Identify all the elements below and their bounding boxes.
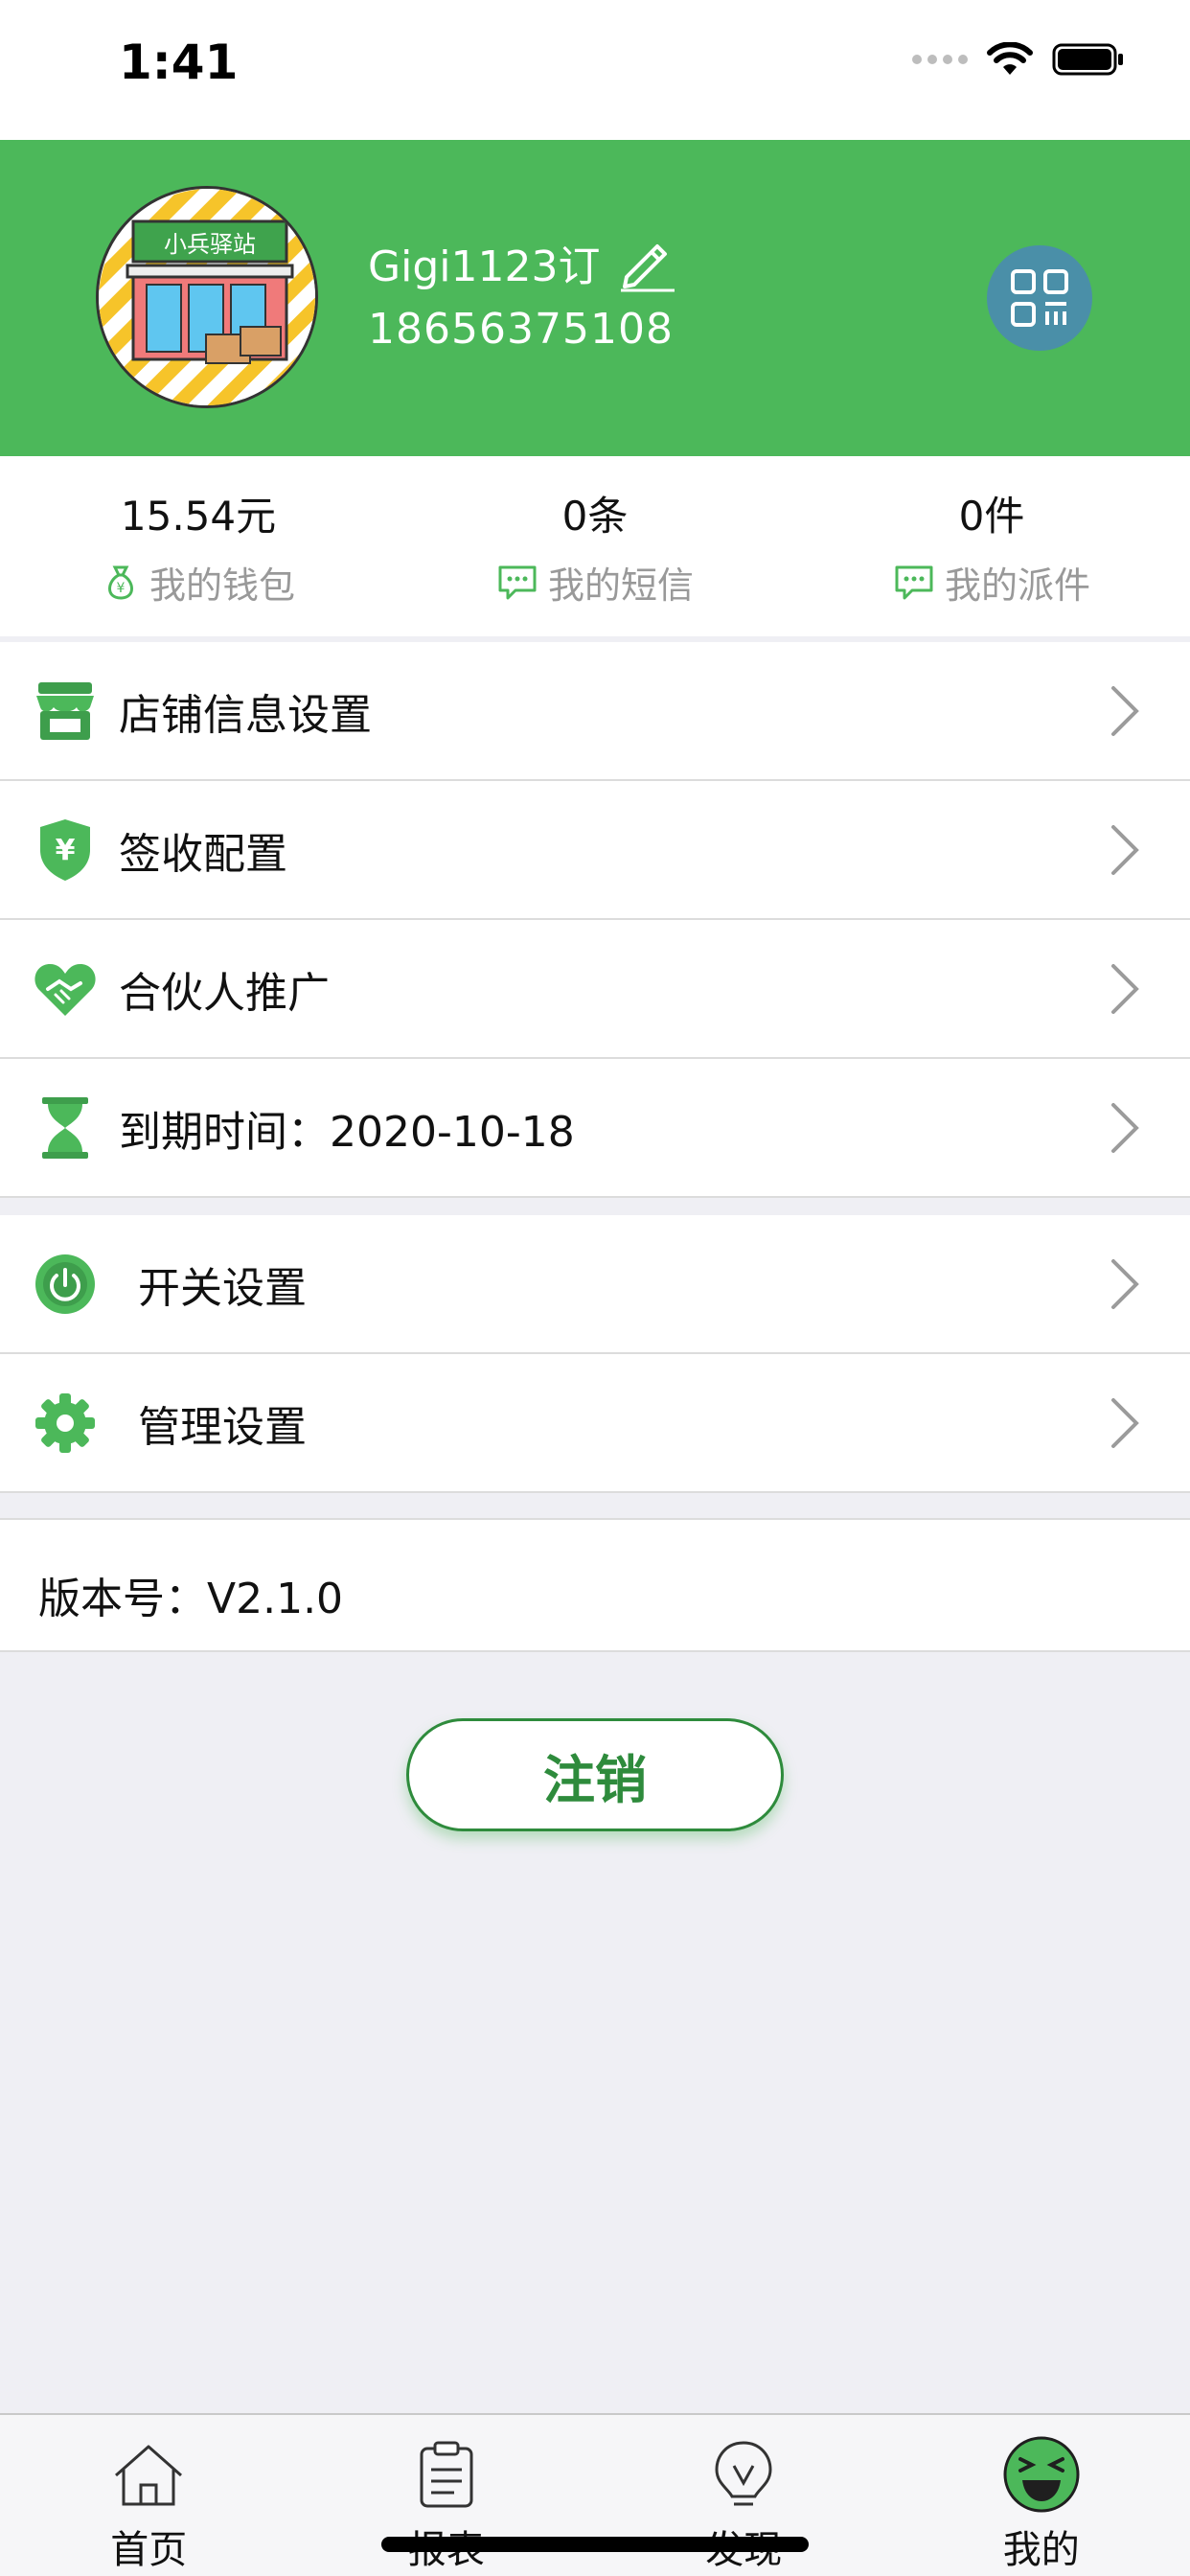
hourglass-icon bbox=[33, 1095, 98, 1161]
chevron-right-icon bbox=[1111, 1102, 1139, 1153]
menu-item-store-info[interactable]: 店铺信息设置 bbox=[0, 642, 1190, 781]
menu-item-expiry[interactable]: 到期时间：2020-10-18 bbox=[0, 1059, 1190, 1198]
smiley-icon bbox=[1003, 2436, 1080, 2513]
stat-delivery[interactable]: 0件 我的派件 bbox=[793, 456, 1190, 636]
chevron-right-icon bbox=[1111, 685, 1139, 736]
user-name-row: Gigi1123订 bbox=[368, 232, 676, 293]
shield-yen-icon: ¥ bbox=[33, 817, 98, 883]
qr-code-button[interactable] bbox=[987, 245, 1092, 351]
svg-text:¥: ¥ bbox=[117, 581, 126, 596]
signal-icon bbox=[912, 55, 968, 64]
chevron-right-icon bbox=[1111, 1258, 1139, 1309]
stat-wallet[interactable]: 15.54元 ¥ 我的钱包 bbox=[0, 456, 397, 636]
edit-icon[interactable] bbox=[617, 233, 676, 292]
version-text: 版本号：V2.1.0 bbox=[38, 1575, 344, 1623]
stat-label: 我的钱包 bbox=[149, 564, 295, 607]
menu-label: 开关设置 bbox=[138, 1263, 307, 1313]
chevron-right-icon bbox=[1111, 963, 1139, 1014]
user-name: Gigi1123订 bbox=[368, 242, 601, 291]
menu-label: 合伙人推广 bbox=[119, 968, 330, 1018]
profile-header: 小兵驿站 Gigi1123订 18656375108 bbox=[0, 140, 1190, 456]
chevron-right-icon bbox=[1111, 1397, 1139, 1448]
wallet-icon: ¥ bbox=[108, 565, 133, 600]
stat-label: 我的短信 bbox=[547, 564, 694, 607]
version-row: 版本号：V2.1.0 bbox=[0, 1518, 1190, 1652]
stats-bar: 15.54元 ¥ 我的钱包 0条 我的短信 0件 我的派件 bbox=[0, 456, 1190, 636]
power-icon bbox=[33, 1252, 98, 1317]
tab-mine[interactable]: 我的 bbox=[893, 2415, 1190, 2576]
menu-label: 管理设置 bbox=[138, 1402, 307, 1452]
menu-item-partner-promo[interactable]: 合伙人推广 bbox=[0, 920, 1190, 1059]
gear-icon bbox=[33, 1391, 98, 1456]
message-icon bbox=[895, 565, 933, 599]
menu-label: 店铺信息设置 bbox=[119, 690, 372, 740]
battery-icon bbox=[1052, 43, 1123, 76]
tab-home[interactable]: 首页 bbox=[0, 2415, 298, 2576]
store-icon bbox=[33, 678, 98, 744]
avatar[interactable]: 小兵驿站 bbox=[96, 186, 318, 408]
status-bar: 1:41 bbox=[0, 0, 1190, 140]
status-time: 1:41 bbox=[119, 34, 239, 90]
home-icon bbox=[110, 2436, 187, 2513]
stat-label: 我的派件 bbox=[944, 564, 1090, 607]
home-indicator[interactable] bbox=[381, 2537, 809, 2552]
user-phone: 18656375108 bbox=[368, 305, 674, 354]
menu-group-primary: 店铺信息设置 ¥ 签收配置 合伙人推广 到期时间：2020-10-18 bbox=[0, 642, 1190, 1198]
menu-label: 到期时间：2020-10-18 bbox=[119, 1107, 575, 1157]
chevron-right-icon bbox=[1111, 824, 1139, 875]
stat-sms[interactable]: 0条 我的短信 bbox=[397, 456, 793, 636]
status-icons bbox=[912, 42, 1125, 77]
stat-value: 15.54元 bbox=[120, 493, 277, 540]
menu-item-sign-config[interactable]: ¥ 签收配置 bbox=[0, 781, 1190, 920]
tab-label: 我的 bbox=[1002, 2528, 1080, 2572]
qr-code-icon bbox=[1011, 269, 1068, 327]
handshake-icon bbox=[33, 956, 98, 1022]
tab-label: 首页 bbox=[110, 2528, 188, 2572]
clipboard-icon bbox=[408, 2436, 485, 2513]
menu-label: 签收配置 bbox=[119, 829, 287, 879]
bulb-icon bbox=[705, 2436, 782, 2513]
svg-text:¥: ¥ bbox=[56, 834, 76, 867]
stat-value: 0条 bbox=[561, 493, 629, 540]
avatar-label: 小兵驿站 bbox=[164, 231, 256, 258]
menu-item-management-settings[interactable]: 管理设置 bbox=[0, 1354, 1190, 1493]
menu-item-switch-settings[interactable]: 开关设置 bbox=[0, 1215, 1190, 1354]
logout-button[interactable]: 注销 bbox=[406, 1718, 784, 1831]
menu-group-settings: 开关设置 管理设置 bbox=[0, 1215, 1190, 1493]
message-icon bbox=[498, 565, 537, 599]
stat-value: 0件 bbox=[958, 493, 1025, 540]
wifi-icon bbox=[987, 42, 1033, 75]
